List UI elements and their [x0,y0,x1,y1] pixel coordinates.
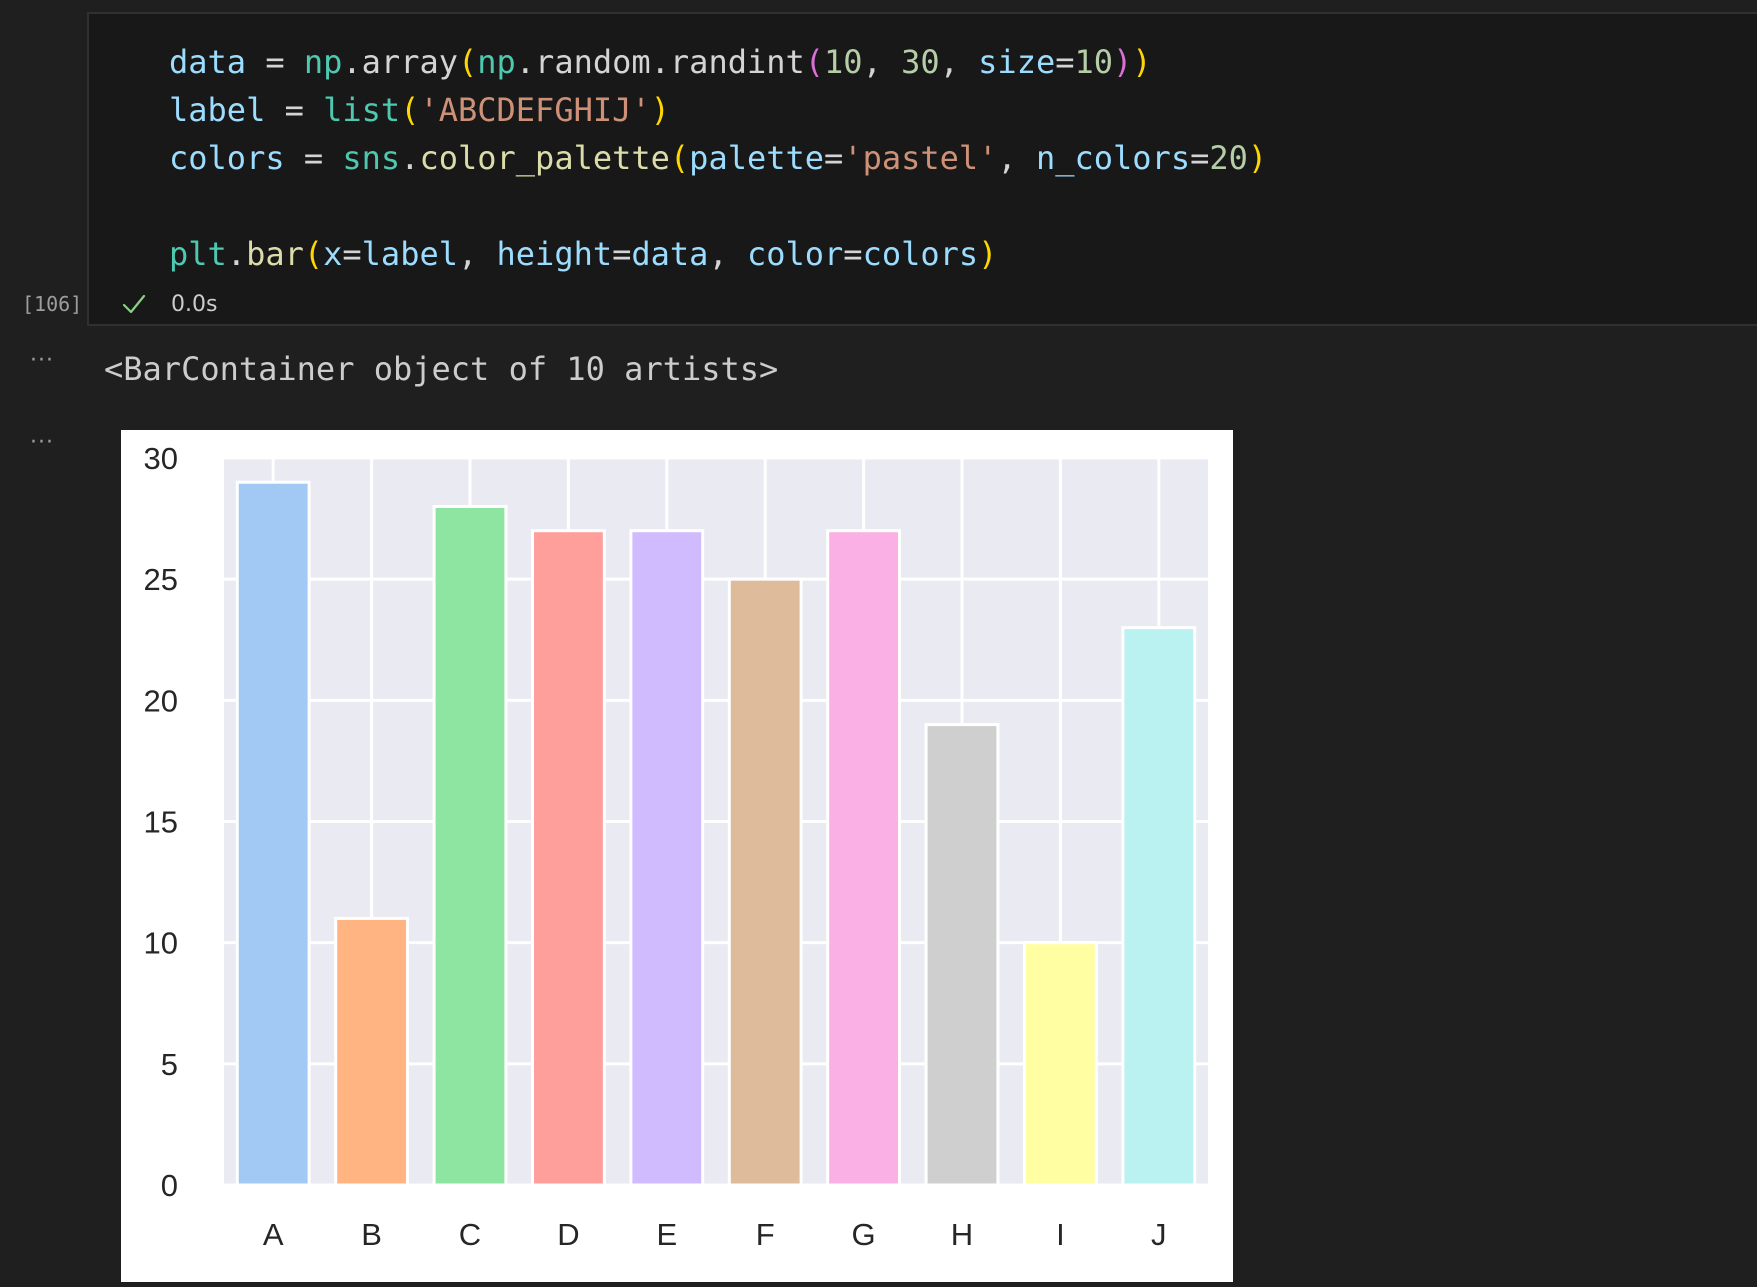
bar-G [826,529,902,1187]
execution-time: 0.0s [171,292,218,317]
y-tick-label: 15 [144,805,178,840]
x-tick-label: J [1151,1217,1167,1252]
code-line-2[interactable]: label = list('ABCDEFGHIJ') [169,90,670,130]
ellipsis-icon[interactable]: ··· [30,348,54,373]
bar-D [530,529,606,1187]
y-tick-label: 20 [144,683,178,718]
code-line-5[interactable]: plt.bar(x=label, height=data, color=colo… [169,234,997,274]
y-tick-label: 30 [144,441,178,476]
bar-F [727,577,803,1187]
x-tick-label: D [557,1217,579,1252]
x-tick-label: G [852,1217,876,1252]
bar-chart-output: 0 5 10 15 20 25 30 A B C D E F G H I J [121,430,1233,1282]
y-tick-label: 10 [144,926,178,961]
bar-chart: 0 5 10 15 20 25 30 A B C D E F G H I J [144,441,1208,1252]
execution-count: [106] [22,292,83,316]
bar-H [924,723,1000,1187]
x-tick-label: H [951,1217,973,1252]
check-icon [122,294,146,314]
y-tick-label: 5 [161,1047,178,1082]
y-tick-label: 0 [161,1168,178,1203]
code-cell-editor[interactable]: data = np.array(np.random.randint(10, 30… [87,12,1757,326]
x-tick-label: E [656,1217,677,1252]
x-tick-label: I [1056,1217,1065,1252]
bar-J [1121,626,1197,1187]
x-tick-label: B [361,1217,382,1252]
bar-B [334,916,410,1187]
x-tick-label: C [459,1217,481,1252]
y-tick-label: 25 [144,562,178,597]
x-tick-label: F [756,1217,775,1252]
x-tick-label: A [263,1217,284,1252]
code-line-3[interactable]: colors = sns.color_palette(palette='past… [169,138,1267,178]
bar-A [235,480,311,1187]
bar-C [432,504,508,1187]
ellipsis-icon[interactable]: ··· [30,430,54,455]
bar-E [629,529,705,1187]
bar-I [1022,941,1098,1187]
output-text: <BarContainer object of 10 artists> [104,350,779,388]
code-line-1[interactable]: data = np.array(np.random.randint(10, 30… [169,42,1152,82]
